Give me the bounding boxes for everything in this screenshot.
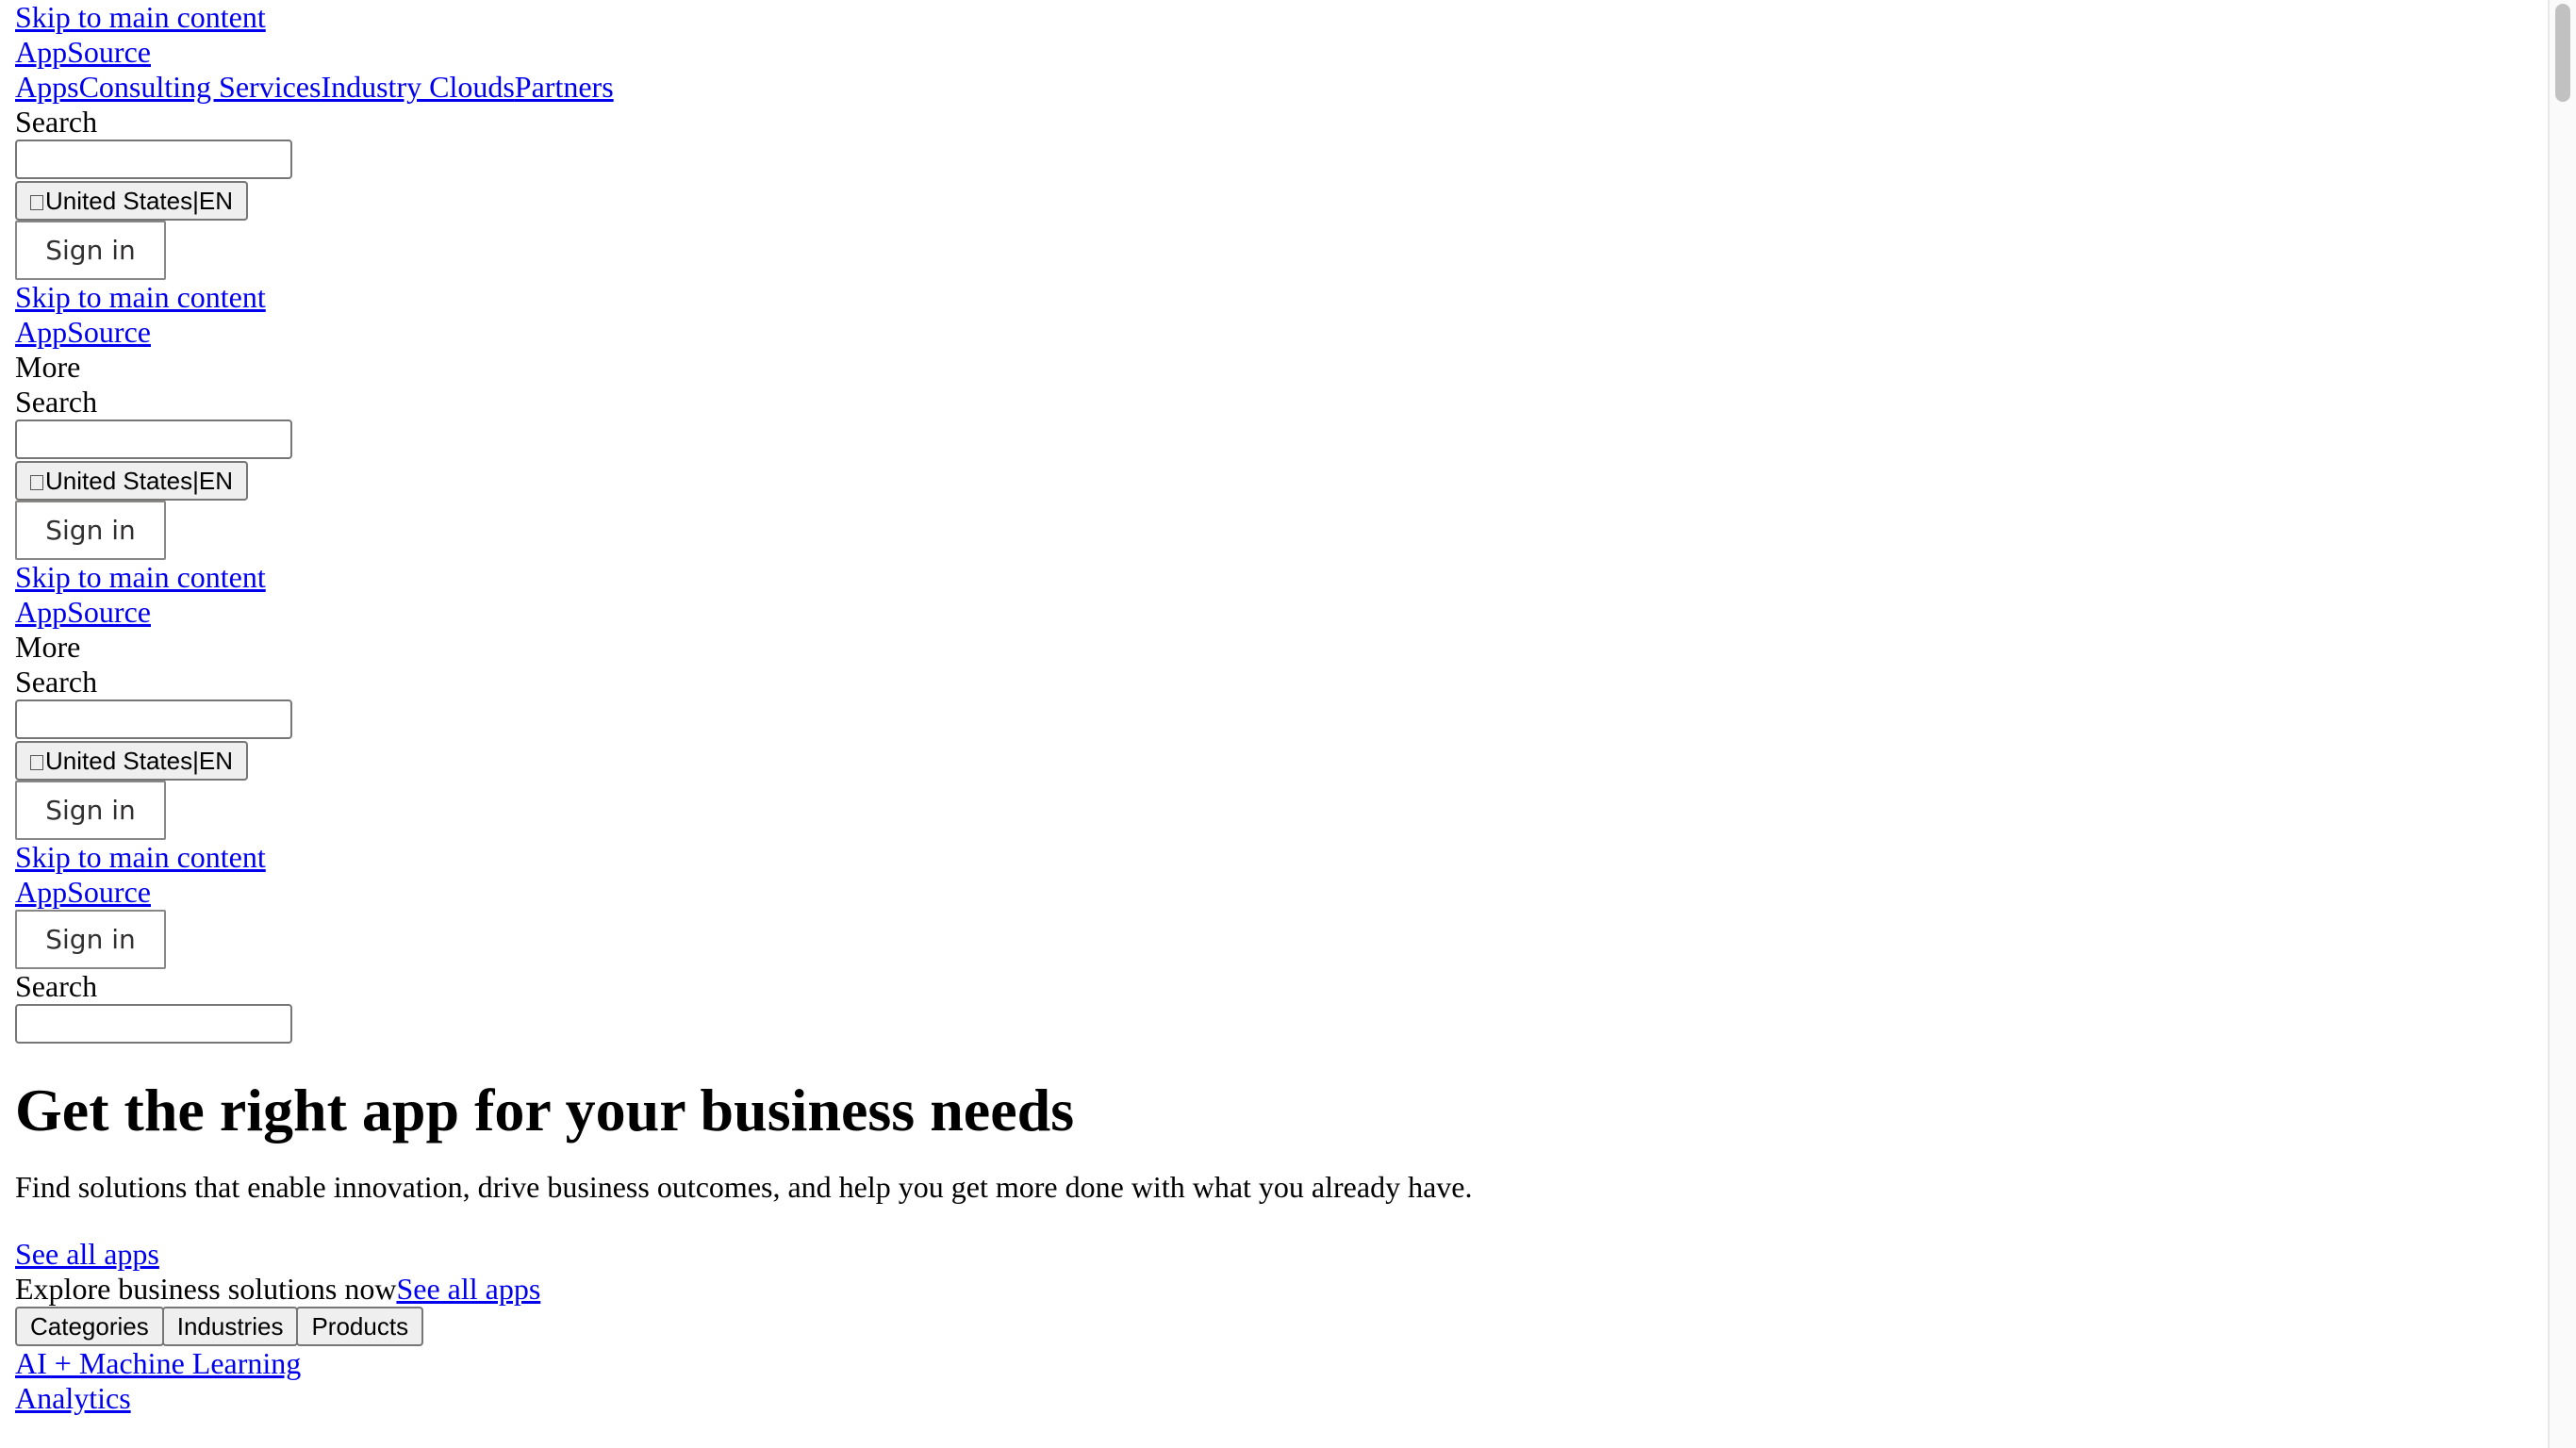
locale-separator: | xyxy=(192,467,199,495)
globe-icon xyxy=(30,755,43,770)
skip-to-main-link[interactable]: Skip to main content xyxy=(15,560,266,594)
page-scrollbar[interactable] xyxy=(2548,0,2576,1448)
hero-title: Get the right app for your business need… xyxy=(15,1077,1075,1144)
locale-button[interactable]: United States|EN xyxy=(15,461,248,501)
locale-country: United States xyxy=(45,187,193,215)
locale-country: United States xyxy=(45,747,193,775)
scrollbar-thumb[interactable] xyxy=(2555,4,2570,102)
sign-in-button[interactable]: Sign in xyxy=(15,910,166,969)
nav-partners[interactable]: Partners xyxy=(515,70,614,104)
locale-button[interactable]: United States|EN xyxy=(15,181,248,221)
sign-in-button[interactable]: Sign in xyxy=(15,221,166,280)
explore-row: Explore business solutions nowSee all ap… xyxy=(15,1272,2542,1307)
sign-in-button[interactable]: Sign in xyxy=(15,781,166,840)
tab-products[interactable]: Products xyxy=(296,1307,424,1346)
header-desktop: Skip to main content AppSource AppsConsu… xyxy=(15,0,2542,280)
skip-to-main-link[interactable]: Skip to main content xyxy=(15,0,266,34)
header-mobile: Skip to main content AppSource Sign in S… xyxy=(15,840,2542,1044)
appsource-logo-link[interactable]: AppSource xyxy=(15,875,151,909)
explore-tabs: Categories Industries Products xyxy=(15,1307,2542,1346)
search-label: Search xyxy=(15,385,98,419)
see-all-apps-link[interactable]: See all apps xyxy=(15,1237,159,1271)
locale-language: EN xyxy=(198,467,233,495)
globe-icon xyxy=(30,475,43,490)
search-label: Search xyxy=(15,105,98,139)
nav-industry-clouds[interactable]: Industry Clouds xyxy=(321,70,514,104)
nav-consulting-services[interactable]: Consulting Services xyxy=(79,70,322,104)
explore-see-all-apps-link[interactable]: See all apps xyxy=(396,1272,540,1306)
locale-country: United States xyxy=(45,467,193,495)
header-small: Skip to main content AppSource More Sear… xyxy=(15,560,2542,840)
hero-subtitle: Find solutions that enable innovation, d… xyxy=(15,1170,1473,1204)
page: Skip to main content AppSource AppsConsu… xyxy=(15,0,2542,1416)
locale-button[interactable]: United States|EN xyxy=(15,741,248,781)
search-label: Search xyxy=(15,969,98,1003)
category-analytics[interactable]: Analytics xyxy=(15,1381,131,1415)
header-tablet: Skip to main content AppSource More Sear… xyxy=(15,280,2542,560)
search-input[interactable] xyxy=(15,420,292,459)
more-menu[interactable]: More xyxy=(15,350,2542,385)
skip-to-main-link[interactable]: Skip to main content xyxy=(15,840,266,874)
appsource-logo-link[interactable]: AppSource xyxy=(15,595,151,629)
tab-categories[interactable]: Categories xyxy=(15,1307,164,1346)
search-input[interactable] xyxy=(15,699,292,739)
locale-separator: | xyxy=(192,187,199,215)
category-ai-machine-learning[interactable]: AI + Machine Learning xyxy=(15,1346,301,1380)
tab-industries[interactable]: Industries xyxy=(161,1307,299,1346)
search-input[interactable] xyxy=(15,140,292,179)
locale-separator: | xyxy=(192,747,199,775)
more-menu[interactable]: More xyxy=(15,630,2542,665)
skip-to-main-link[interactable]: Skip to main content xyxy=(15,280,266,314)
search-label: Search xyxy=(15,665,98,699)
globe-icon xyxy=(30,195,43,210)
appsource-logo-link[interactable]: AppSource xyxy=(15,35,151,69)
locale-language: EN xyxy=(198,747,233,775)
explore-text: Explore business solutions now xyxy=(15,1272,397,1306)
main-nav: AppsConsulting ServicesIndustry CloudsPa… xyxy=(15,70,2542,105)
sign-in-button[interactable]: Sign in xyxy=(15,501,166,560)
locale-language: EN xyxy=(198,187,233,215)
appsource-logo-link[interactable]: AppSource xyxy=(15,315,151,349)
nav-apps[interactable]: Apps xyxy=(15,70,79,104)
search-input[interactable] xyxy=(15,1004,292,1044)
